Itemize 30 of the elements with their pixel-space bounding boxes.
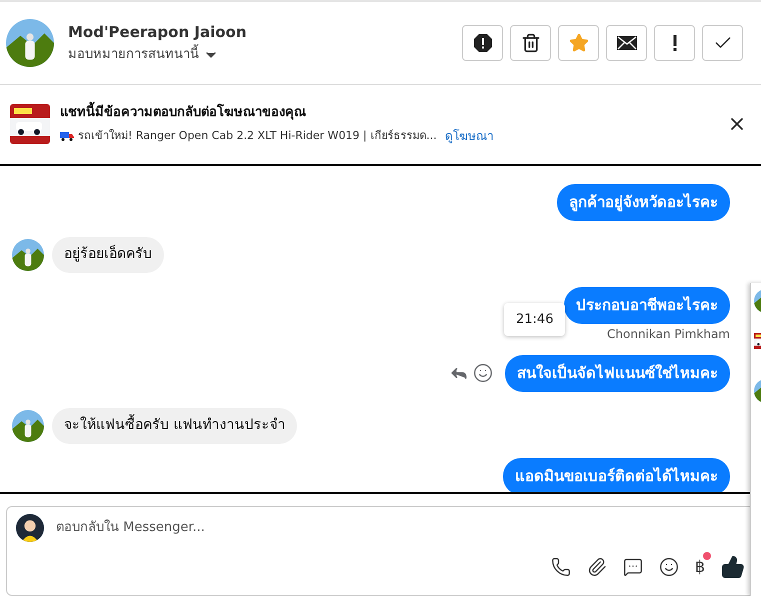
add-call-icon[interactable] bbox=[550, 556, 571, 577]
like-icon[interactable] bbox=[721, 554, 745, 579]
emoji-icon[interactable] bbox=[658, 556, 679, 577]
timestamp-tooltip: 21:46 bbox=[504, 302, 566, 336]
ad-title: แชทนี้มีข้อความตอบกลับต่อโฆษณาของคุณ bbox=[60, 103, 494, 123]
outgoing-message: แอดมินขอเบอร์ติดต่อได้ไหมคะ bbox=[503, 458, 730, 492]
outgoing-message: ลูกค้าอยู่จังหวัดอะไรคะ bbox=[557, 184, 730, 221]
chat-bubble-icon[interactable] bbox=[622, 556, 643, 577]
payment-button[interactable]: ฿ bbox=[694, 556, 705, 576]
toolbar-button[interactable] bbox=[654, 24, 695, 61]
ad-description: รถเข้าใหม่! Ranger Open Cab 2.2 XLT Hi-Rider W019 | เกียร์ธรรมด... bbox=[78, 128, 437, 144]
envelope-icon bbox=[616, 34, 636, 51]
contact-name: Mod'Peerapon Jaioon bbox=[68, 22, 246, 43]
view-ad-link[interactable]: ดูโฆษณา bbox=[444, 126, 494, 145]
incoming-message: จะให้แฟนซื้อครับ แฟนทำงานประจำ bbox=[52, 408, 298, 444]
alert-icon bbox=[472, 32, 492, 53]
assign-dropdown[interactable]: มอบหมายการสนทนานี้ bbox=[68, 45, 246, 65]
emoji-icon[interactable] bbox=[473, 363, 493, 384]
outgoing-message: ประกอบอาชีพอะไรคะ bbox=[564, 286, 730, 324]
incoming-message: อยู่ร้อยเอ็ดครับ bbox=[52, 236, 164, 273]
toolbar-button[interactable] bbox=[606, 24, 647, 61]
trash-icon bbox=[520, 32, 540, 53]
sender-name: Chonnikan Pimkham bbox=[607, 326, 730, 341]
outgoing-message: สนใจเป็นจัดไฟแนนซ์ใช่ไหมคะ bbox=[505, 354, 730, 392]
toolbar-button[interactable] bbox=[462, 24, 503, 61]
reply-input[interactable]: ตอบกลับใน Messenger... bbox=[56, 518, 745, 538]
paperclip-icon[interactable] bbox=[586, 556, 607, 577]
exclamation-icon bbox=[672, 34, 676, 51]
truck-icon bbox=[60, 130, 74, 141]
toolbar-button[interactable] bbox=[510, 24, 551, 61]
